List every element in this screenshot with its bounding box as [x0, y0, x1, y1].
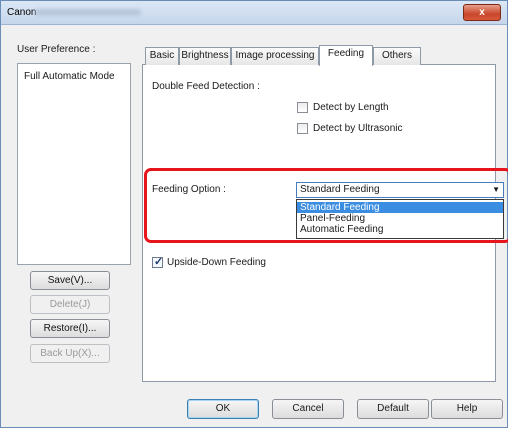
close-button[interactable]: x: [463, 4, 501, 21]
option-panel-feeding[interactable]: Panel-Feeding: [297, 213, 503, 224]
default-button[interactable]: Default: [357, 399, 429, 419]
option-automatic-feeding[interactable]: Automatic Feeding: [297, 224, 503, 235]
restore-button[interactable]: Restore(I)...: [30, 319, 110, 338]
option-standard-feeding[interactable]: Standard Feeding: [297, 202, 503, 213]
tab-basic[interactable]: Basic: [145, 47, 179, 65]
title-bar: Canon x: [1, 1, 507, 25]
feeding-option-value: Standard Feeding: [300, 184, 380, 195]
user-preference-list[interactable]: Full Automatic Mode: [17, 63, 131, 265]
ok-button[interactable]: OK: [187, 399, 259, 419]
feeding-option-label: Feeding Option :: [152, 184, 226, 195]
detect-length-label[interactable]: Detect by Length: [313, 102, 389, 113]
user-preference-label: User Preference :: [17, 44, 96, 55]
feeding-option-select[interactable]: Standard Feeding ▼: [296, 182, 504, 198]
settings-dialog: Canon x User Preference : Full Automatic…: [0, 0, 508, 428]
delete-button[interactable]: Delete(J): [30, 295, 110, 314]
tab-brightness[interactable]: Brightness: [179, 47, 231, 65]
feeding-option-dropdown: Standard Feeding Panel-Feeding Automatic…: [296, 199, 504, 239]
tab-others[interactable]: Others: [373, 47, 421, 65]
detect-ultrasonic-checkbox[interactable]: [297, 123, 308, 134]
checkmark-icon: ✓: [154, 256, 164, 268]
chevron-down-icon[interactable]: ▼: [492, 185, 500, 194]
tab-image-processing[interactable]: Image processing: [231, 47, 319, 65]
save-button[interactable]: Save(V)...: [30, 271, 110, 290]
tab-feeding[interactable]: Feeding: [319, 45, 373, 66]
detect-ultrasonic-label[interactable]: Detect by Ultrasonic: [313, 123, 402, 134]
detect-length-checkbox[interactable]: [297, 102, 308, 113]
backup-button[interactable]: Back Up(X)...: [30, 344, 110, 363]
upside-down-checkbox[interactable]: ✓: [152, 256, 164, 268]
redacted-device-name: [35, 9, 141, 16]
upside-down-label[interactable]: Upside-Down Feeding: [167, 257, 266, 268]
cancel-button[interactable]: Cancel: [272, 399, 344, 419]
list-item[interactable]: Full Automatic Mode: [24, 71, 115, 82]
help-button[interactable]: Help: [431, 399, 503, 419]
double-feed-label: Double Feed Detection :: [152, 81, 260, 92]
window-title: Canon: [7, 7, 37, 18]
